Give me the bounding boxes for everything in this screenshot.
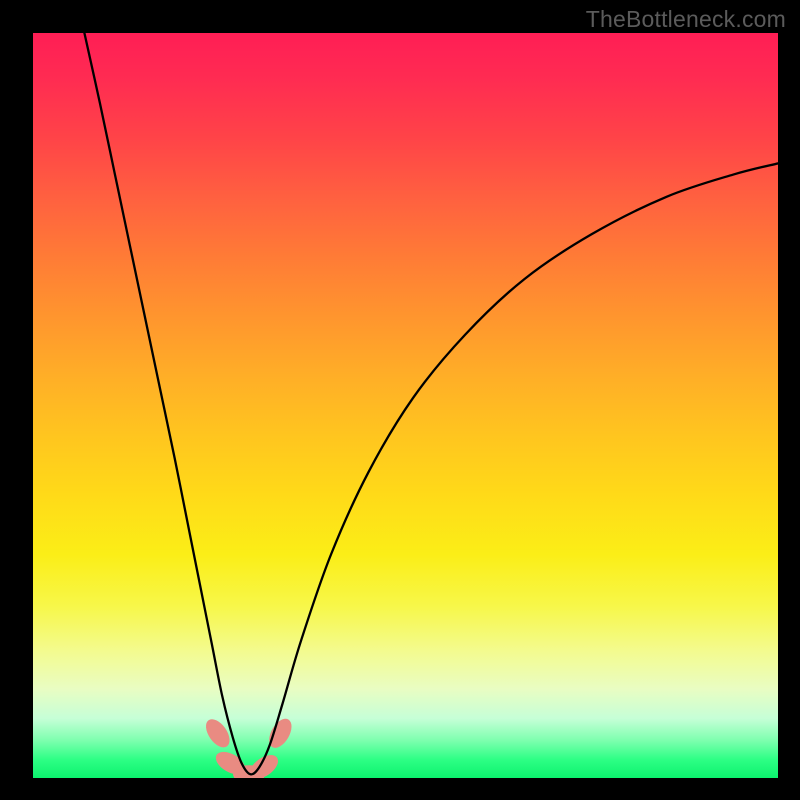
bottleneck-curve bbox=[84, 33, 778, 774]
watermark-text: TheBottleneck.com bbox=[586, 6, 786, 33]
chart-frame: TheBottleneck.com bbox=[0, 0, 800, 800]
chart-svg bbox=[33, 33, 778, 778]
curve-marker bbox=[201, 715, 234, 752]
marker-group bbox=[201, 715, 296, 778]
plot-area bbox=[33, 33, 778, 778]
